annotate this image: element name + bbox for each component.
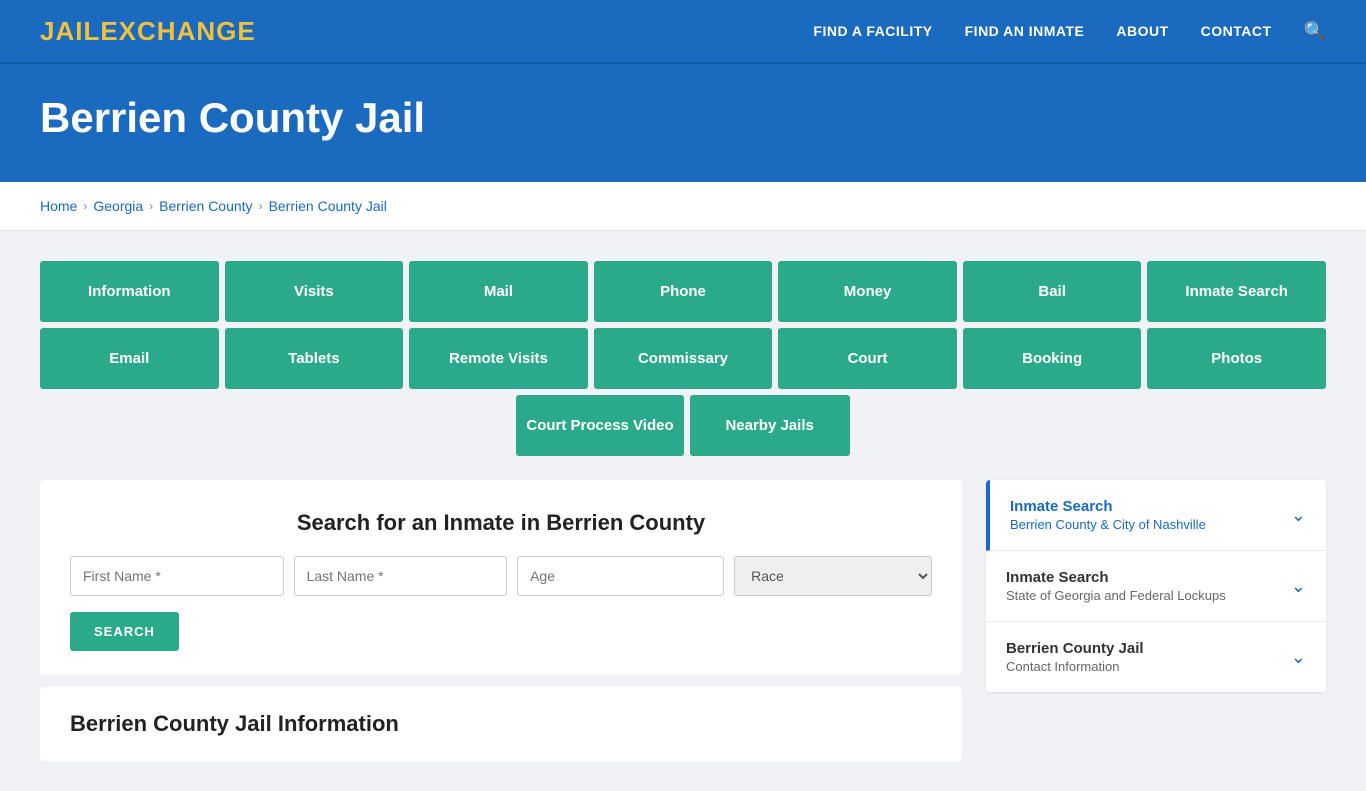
race-select[interactable]: Race White Black Hispanic Asian Other xyxy=(734,556,932,596)
sidebar-item-title-1: Inmate Search xyxy=(1010,498,1206,515)
btn-information[interactable]: Information xyxy=(40,261,219,322)
jail-info-section: Berrien County Jail Information xyxy=(40,687,962,761)
sidebar-item-subtitle-2: State of Georgia and Federal Lockups xyxy=(1006,588,1226,603)
breadcrumb-current: Berrien County Jail xyxy=(269,198,387,214)
sidebar-item-subtitle-3: Contact Information xyxy=(1006,659,1144,674)
breadcrumb-sep-1: › xyxy=(83,199,87,213)
age-input[interactable] xyxy=(517,556,724,596)
btn-bail[interactable]: Bail xyxy=(963,261,1142,322)
btn-commissary[interactable]: Commissary xyxy=(594,328,773,389)
btn-inmate-search[interactable]: Inmate Search xyxy=(1147,261,1326,322)
sidebar: Inmate Search Berrien County & City of N… xyxy=(986,480,1326,692)
btn-email[interactable]: Email xyxy=(40,328,219,389)
jail-info-heading: Berrien County Jail Information xyxy=(70,711,932,737)
sidebar-item-subtitle-1: Berrien County & City of Nashville xyxy=(1010,517,1206,532)
breadcrumb-home[interactable]: Home xyxy=(40,198,77,214)
search-form-title: Search for an Inmate in Berrien County xyxy=(70,510,932,536)
first-name-input[interactable] xyxy=(70,556,284,596)
sidebar-item-georgia-federal[interactable]: Inmate Search State of Georgia and Feder… xyxy=(986,551,1326,622)
left-column: Search for an Inmate in Berrien County R… xyxy=(40,480,962,761)
button-row-3: Court Process Video Nearby Jails xyxy=(40,395,1326,456)
sidebar-card: Inmate Search Berrien County & City of N… xyxy=(986,480,1326,692)
breadcrumb-sep-2: › xyxy=(149,199,153,213)
hero-section: Berrien County Jail xyxy=(0,64,1366,182)
form-fields-row: Race White Black Hispanic Asian Other xyxy=(70,556,932,596)
logo-exchange: EXCHANGE xyxy=(100,16,255,46)
breadcrumb-sep-3: › xyxy=(259,199,263,213)
chevron-down-icon-3: ⌄ xyxy=(1291,647,1306,668)
breadcrumb-bar: Home › Georgia › Berrien County › Berrie… xyxy=(0,182,1366,231)
btn-court-process-video[interactable]: Court Process Video xyxy=(516,395,683,456)
nav-find-facility[interactable]: FIND A FACILITY xyxy=(813,23,932,39)
search-icon-button[interactable]: 🔍 xyxy=(1304,21,1326,42)
sidebar-item-title-2: Inmate Search xyxy=(1006,569,1226,586)
nav-find-inmate[interactable]: FIND AN INMATE xyxy=(965,23,1085,39)
chevron-down-icon-1: ⌄ xyxy=(1291,505,1306,526)
site-logo[interactable]: JAILEXCHANGE xyxy=(40,16,256,47)
main-content: Information Visits Mail Phone Money Bail… xyxy=(0,231,1366,791)
breadcrumb-berrien-county[interactable]: Berrien County xyxy=(159,198,252,214)
btn-phone[interactable]: Phone xyxy=(594,261,773,322)
button-row-1: Information Visits Mail Phone Money Bail… xyxy=(40,261,1326,322)
page-title: Berrien County Jail xyxy=(40,94,1326,142)
main-nav: FIND A FACILITY FIND AN INMATE ABOUT CON… xyxy=(813,21,1326,42)
breadcrumb-georgia[interactable]: Georgia xyxy=(93,198,143,214)
btn-visits[interactable]: Visits xyxy=(225,261,404,322)
button-row-2: Email Tablets Remote Visits Commissary C… xyxy=(40,328,1326,389)
btn-nearby-jails[interactable]: Nearby Jails xyxy=(690,395,850,456)
lower-section: Search for an Inmate in Berrien County R… xyxy=(40,480,1326,761)
btn-remote-visits[interactable]: Remote Visits xyxy=(409,328,588,389)
btn-photos[interactable]: Photos xyxy=(1147,328,1326,389)
breadcrumb: Home › Georgia › Berrien County › Berrie… xyxy=(40,198,1326,214)
search-button[interactable]: SEARCH xyxy=(70,612,179,651)
chevron-down-icon-2: ⌄ xyxy=(1291,576,1306,597)
btn-booking[interactable]: Booking xyxy=(963,328,1142,389)
site-header: JAILEXCHANGE FIND A FACILITY FIND AN INM… xyxy=(0,0,1366,64)
btn-court[interactable]: Court xyxy=(778,328,957,389)
btn-tablets[interactable]: Tablets xyxy=(225,328,404,389)
btn-money[interactable]: Money xyxy=(778,261,957,322)
sidebar-item-contact-info[interactable]: Berrien County Jail Contact Information … xyxy=(986,622,1326,692)
btn-mail[interactable]: Mail xyxy=(409,261,588,322)
sidebar-item-title-3: Berrien County Jail xyxy=(1006,640,1144,657)
sidebar-item-berrien-nashville[interactable]: Inmate Search Berrien County & City of N… xyxy=(986,480,1326,551)
nav-about[interactable]: ABOUT xyxy=(1116,23,1168,39)
nav-contact[interactable]: CONTACT xyxy=(1201,23,1272,39)
logo-jail: JAIL xyxy=(40,16,100,46)
last-name-input[interactable] xyxy=(294,556,508,596)
inmate-search-form-card: Search for an Inmate in Berrien County R… xyxy=(40,480,962,675)
